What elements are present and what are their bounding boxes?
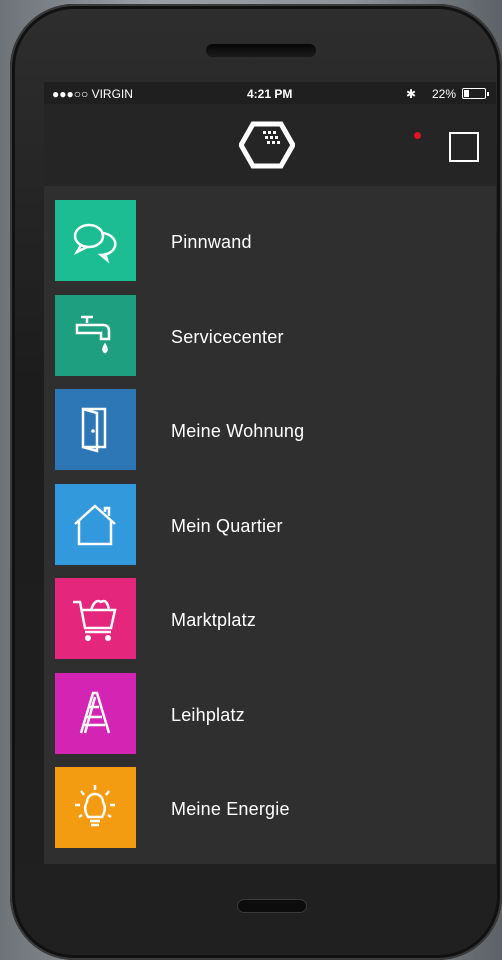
chat-bubbles-icon (55, 200, 136, 281)
clock-label: 4:21 PM (247, 87, 293, 101)
top-navbar (44, 104, 496, 186)
menu-label: Meine Energie (171, 799, 290, 819)
menu-item-meine-wohnung[interactable]: Meine Wohnung (44, 375, 496, 470)
battery-icon (462, 88, 489, 99)
menu-label: Servicecenter (171, 326, 284, 347)
main-menu: Pinnwand Servicecenter Meine Wohnung Mei… (44, 186, 496, 848)
faucet-icon (55, 294, 136, 376)
earpiece (206, 44, 316, 57)
menu-item-meine-energie[interactable]: Meine Energie (44, 753, 496, 848)
lightbulb-icon (55, 767, 136, 848)
menu-item-pinnwand[interactable]: Pinnwand (44, 186, 496, 281)
app-screen: ●●●○○ VIRGIN 4:21 PM ✱ 22% Pinnwand Serv… (44, 82, 496, 864)
menu-item-leihplatz[interactable]: Leihplatz (44, 659, 496, 754)
menu-item-servicecenter[interactable]: Servicecenter (44, 281, 496, 376)
menu-item-mein-quartier[interactable]: Mein Quartier (44, 470, 496, 565)
bluetooth-icon: ✱ (406, 87, 417, 101)
ladder-icon (55, 672, 136, 754)
status-bar: ●●●○○ VIRGIN 4:21 PM ✱ 22% (44, 82, 496, 104)
door-icon (55, 389, 136, 470)
phone-frame: ●●●○○ VIRGIN 4:21 PM ✱ 22% Pinnwand Serv… (10, 4, 502, 960)
battery-percent: 22% (432, 87, 457, 101)
carrier-label: ●●●○○ VIRGIN (52, 87, 133, 101)
building-cube-logo[interactable] (239, 120, 295, 170)
menu-label: Mein Quartier (171, 515, 283, 536)
menu-label: Marktplatz (171, 610, 257, 630)
menu-label: Leihplatz (171, 704, 245, 725)
square-menu-icon[interactable] (449, 132, 479, 162)
house-icon (55, 483, 136, 565)
menu-item-marktplatz[interactable]: Marktplatz (44, 564, 496, 659)
menu-label: Pinnwand (171, 232, 252, 252)
shopping-cart-icon (55, 578, 136, 659)
home-button[interactable] (237, 899, 307, 913)
notification-dot (414, 132, 421, 139)
menu-label: Meine Wohnung (171, 421, 305, 441)
